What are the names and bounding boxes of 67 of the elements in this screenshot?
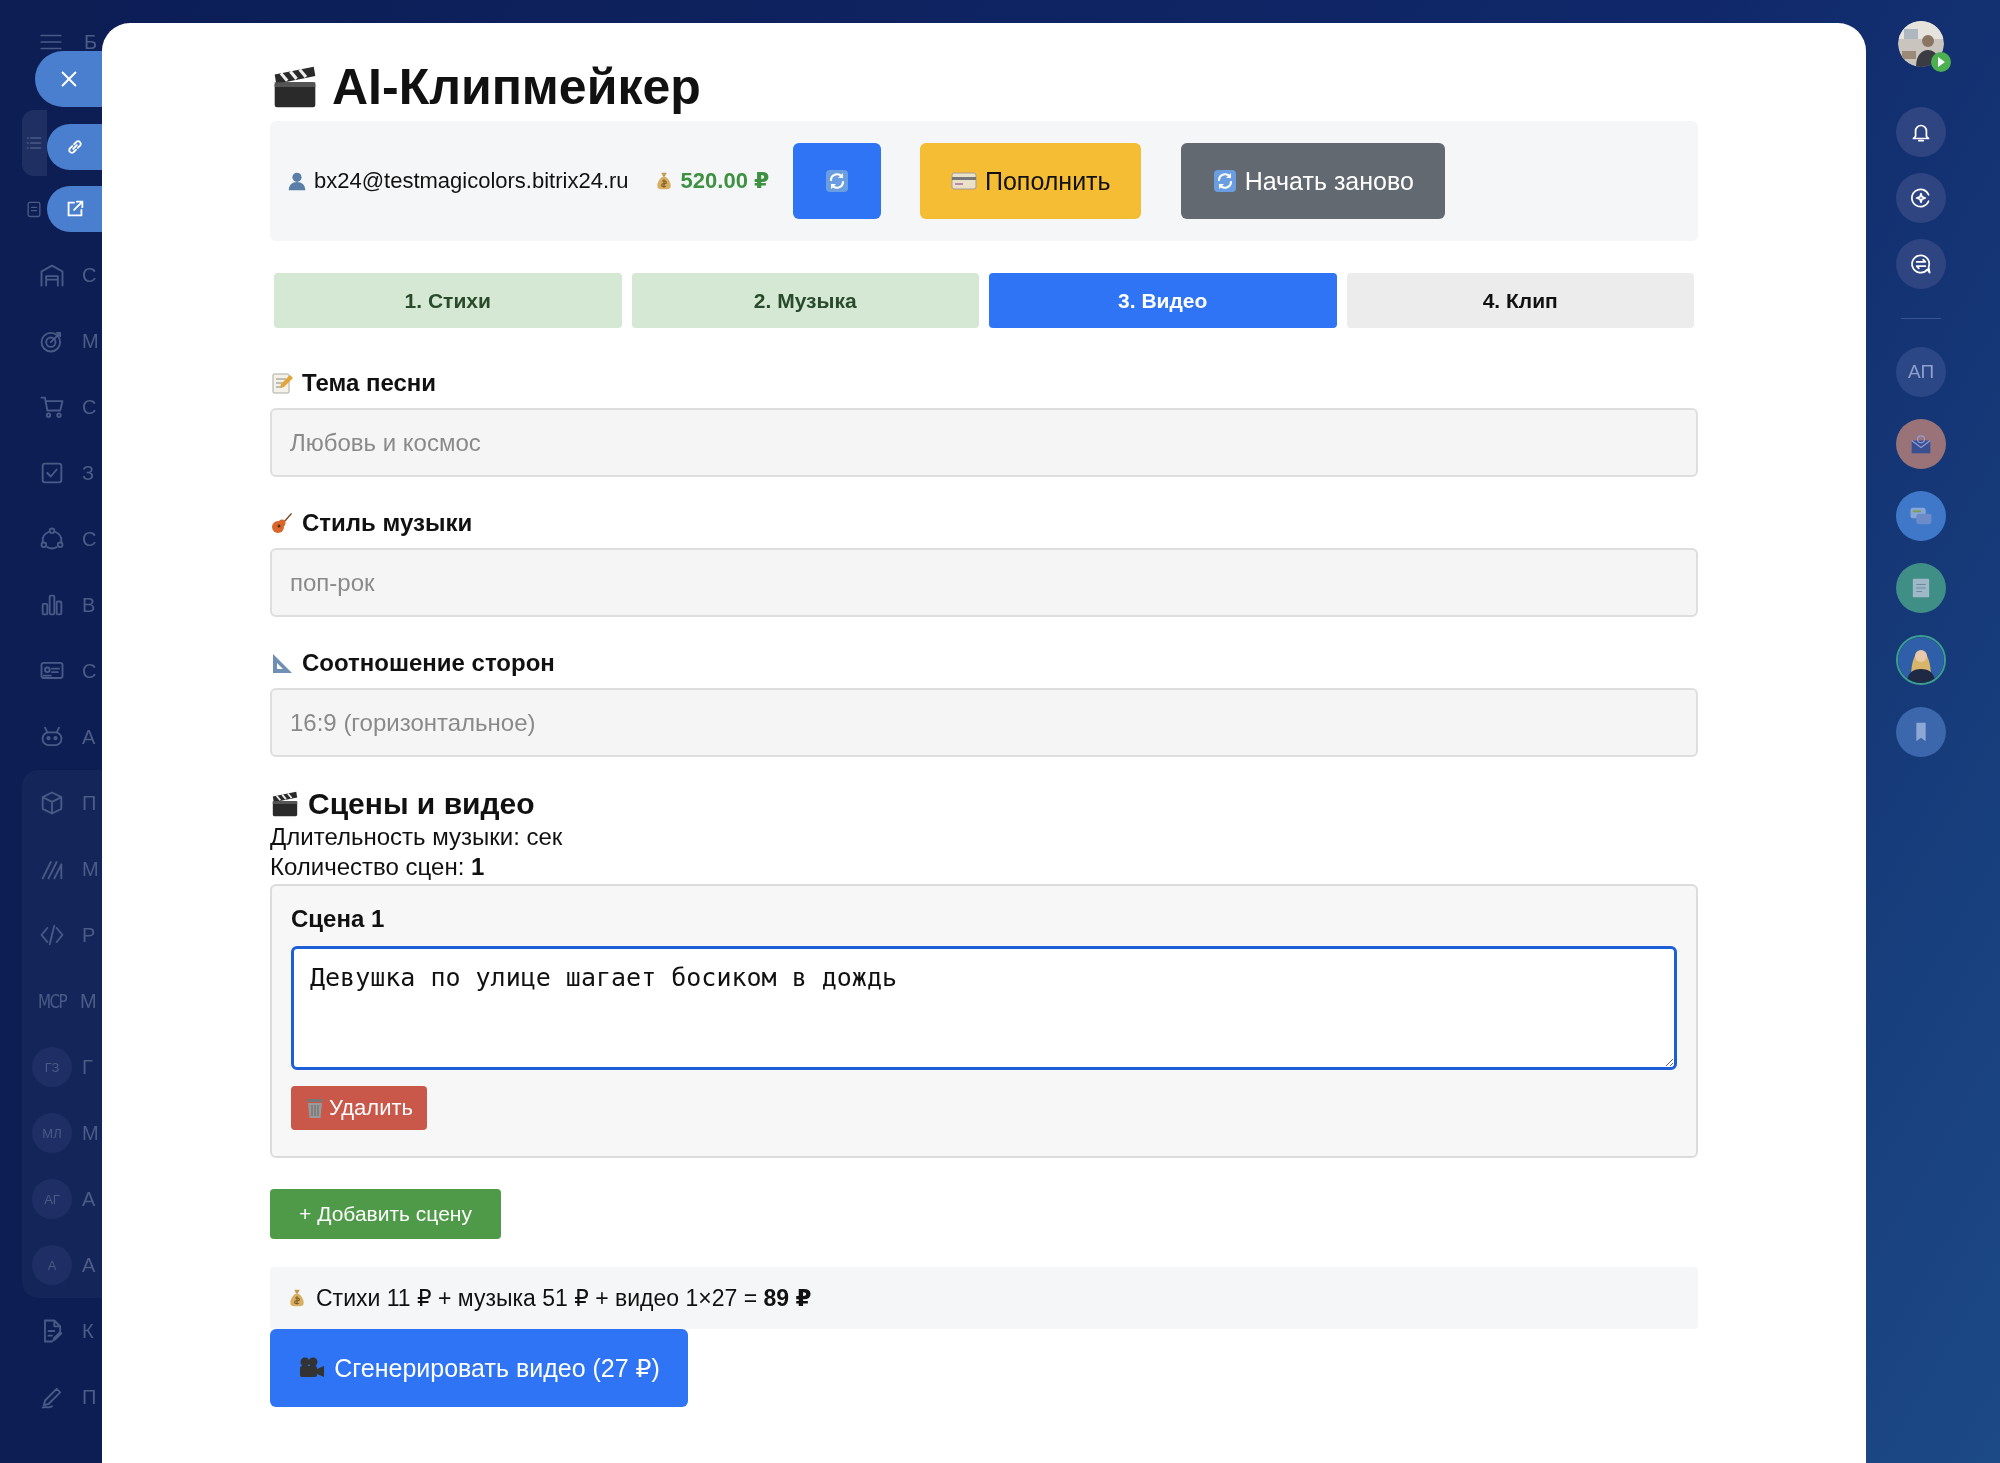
link-button[interactable]: [47, 124, 102, 170]
sparkle-ring-button[interactable]: [1896, 173, 1946, 223]
scene-description-field[interactable]: Девушка по улице шагает босиком в дождь: [291, 946, 1677, 1070]
app-title: AI-Клипмейкер: [332, 58, 701, 116]
memo-icon: [270, 371, 294, 395]
scene-count-text: Количество сцен: 1: [270, 852, 485, 882]
section-title: Сцены и видео: [308, 787, 535, 821]
sidebar-label[interactable]: Г: [82, 1055, 93, 1079]
input-field[interactable]: поп-рок: [270, 548, 1698, 617]
play-badge-icon: [1930, 51, 1952, 73]
sidebar-label[interactable]: П: [82, 1385, 97, 1409]
music-duration-text: Длительность музыки: сек: [270, 822, 563, 852]
sidebar-label[interactable]: С: [82, 527, 97, 551]
sidebar-label[interactable]: С: [82, 263, 97, 287]
refresh-button[interactable]: [793, 143, 882, 219]
add-scene-button[interactable]: + Добавить сцену: [270, 1189, 501, 1239]
input-field[interactable]: Любовь и космос: [270, 408, 1698, 477]
chat-app[interactable]: [1896, 491, 1946, 541]
sidebar-label[interactable]: Б: [84, 30, 98, 54]
movie-camera-icon: [298, 1356, 327, 1380]
delete-button[interactable]: Удалить: [291, 1086, 427, 1130]
sidebar-label[interactable]: К: [82, 1319, 94, 1343]
field-label: Стиль музыки: [302, 509, 473, 537]
field-label: Тема песни: [302, 369, 437, 397]
news-app[interactable]: [1896, 563, 1946, 613]
generate-video-button[interactable]: Сгенерировать видео (27 ₽): [270, 1329, 688, 1407]
sidebar-label[interactable]: С: [82, 395, 97, 419]
sidebar-label[interactable]: Р: [82, 923, 96, 947]
sidebar-label[interactable]: М: [82, 857, 99, 881]
top-up-button[interactable]: Пополнить: [920, 143, 1142, 219]
refresh-icon: [825, 169, 850, 193]
trash-icon: [305, 1097, 325, 1119]
sidebar-label[interactable]: П: [82, 791, 97, 815]
account-email: bx24@testmagicolors.bitrix24.ru: [314, 168, 629, 194]
mail-app[interactable]: [1896, 419, 1946, 469]
cost-summary: Стихи 11 ₽ + музыка 51 ₽ + видео 1×27 = 89 ₽: [316, 1284, 812, 1312]
sidebar-label[interactable]: А: [82, 1253, 96, 1277]
guitar-icon: [270, 511, 294, 535]
bell-button[interactable]: [1896, 107, 1946, 157]
step-tab[interactable]: 4. Клип: [1346, 273, 1694, 328]
bookmark-app[interactable]: [1896, 707, 1946, 757]
field-label: Соотношение сторон: [302, 649, 555, 677]
initials-avatar[interactable]: АП: [1896, 347, 1946, 397]
sidebar-label[interactable]: А: [82, 725, 96, 749]
restart-button[interactable]: Начать заново: [1181, 143, 1446, 219]
credit-card-icon: [951, 171, 977, 191]
scene-title: Сцена 1: [291, 904, 385, 934]
sidebar-label[interactable]: С: [82, 659, 97, 683]
step-tab[interactable]: 1. Стихи: [274, 273, 622, 328]
sidebar-label[interactable]: М: [82, 1121, 99, 1145]
balance-amount: 520.00 ₽: [680, 168, 770, 194]
external-link-button[interactable]: [47, 186, 102, 232]
sidebar-label[interactable]: М: [82, 329, 99, 353]
sidebar-label[interactable]: М: [80, 989, 97, 1013]
sidebar-label[interactable]: В: [82, 593, 96, 617]
chat-arrows-icon: [1908, 251, 1934, 277]
sidebar-label[interactable]: А: [82, 1187, 96, 1211]
sidebar-label[interactable]: З: [82, 461, 95, 485]
triangle-ruler-icon: [270, 651, 294, 675]
select-field[interactable]: 16:9 (горизонтальное): [270, 688, 1698, 757]
step-tab[interactable]: 3. Видео: [989, 273, 1337, 328]
refresh-icon: [1212, 169, 1237, 193]
chat-arrows-button[interactable]: [1896, 239, 1946, 289]
clapperboard-icon: [270, 789, 300, 819]
user-icon: [286, 170, 308, 192]
step-tab[interactable]: 2. Музыка: [631, 273, 979, 328]
close-button[interactable]: [35, 51, 102, 107]
